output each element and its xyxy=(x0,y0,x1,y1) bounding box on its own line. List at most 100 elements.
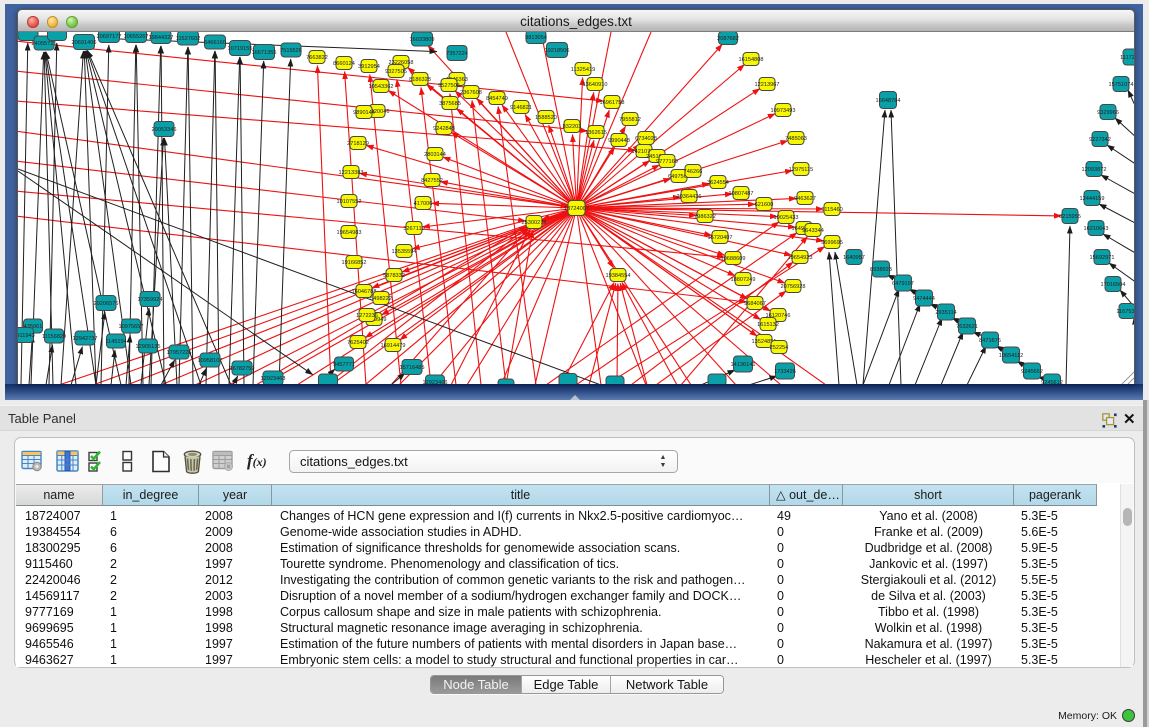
svg-text:1167534: 1167534 xyxy=(1116,309,1134,315)
svg-text:746266: 746266 xyxy=(684,169,703,175)
svg-text:12905135: 12905135 xyxy=(136,344,161,350)
svg-text:8186328: 8186328 xyxy=(409,77,431,83)
svg-text:1615132: 1615132 xyxy=(757,322,779,328)
svg-text:17957225: 17957225 xyxy=(167,350,192,356)
svg-text:12975115: 12975115 xyxy=(789,167,813,173)
svg-text:7986322: 7986322 xyxy=(694,214,716,220)
svg-text:16648784: 16648784 xyxy=(876,98,901,104)
svg-text:10655267: 10655267 xyxy=(124,34,149,40)
svg-text:10025433: 10025433 xyxy=(774,215,799,221)
svg-text:15716485: 15716485 xyxy=(400,365,425,371)
svg-text:10973493: 10973493 xyxy=(771,108,796,114)
svg-text:10688609: 10688609 xyxy=(721,256,746,262)
svg-text:10807487: 10807487 xyxy=(729,191,754,197)
svg-text:2367608: 2367608 xyxy=(460,90,482,96)
svg-text:15751074: 15751074 xyxy=(1109,82,1134,88)
svg-text:20697177: 20697177 xyxy=(97,34,122,40)
svg-text:10975657: 10975657 xyxy=(119,324,144,330)
svg-text:3912954: 3912954 xyxy=(358,64,380,70)
svg-text:11325419: 11325419 xyxy=(571,67,595,73)
svg-text:18724007: 18724007 xyxy=(564,206,589,212)
svg-text:17016504: 17016504 xyxy=(1101,282,1126,288)
svg-text:9457771: 9457771 xyxy=(333,362,355,368)
svg-text:7625402: 7625402 xyxy=(347,340,369,346)
svg-text:12213967: 12213967 xyxy=(755,82,780,88)
svg-text:6466160: 6466160 xyxy=(204,40,226,46)
svg-text:16961758: 16961758 xyxy=(600,100,625,106)
svg-text:7663822: 7663822 xyxy=(306,55,328,61)
svg-text:10654112: 10654112 xyxy=(999,353,1023,359)
svg-text:9527505: 9527505 xyxy=(438,83,460,89)
svg-text:1362615: 1362615 xyxy=(585,130,607,136)
svg-text:20206576: 20206576 xyxy=(94,301,119,307)
svg-text:16210643: 16210643 xyxy=(1084,226,1109,232)
svg-text:3875685: 3875685 xyxy=(439,101,461,107)
svg-text:19654983: 19654983 xyxy=(337,230,362,236)
svg-text:10543362: 10543362 xyxy=(369,84,394,90)
svg-text:8454749: 8454749 xyxy=(486,96,508,102)
svg-text:9245652: 9245652 xyxy=(1021,369,1043,375)
svg-text:9227342: 9227342 xyxy=(1089,137,1111,143)
svg-text:15692971: 15692971 xyxy=(1090,255,1115,261)
svg-text:16914479: 16914479 xyxy=(381,343,406,349)
svg-text:9146821: 9146821 xyxy=(510,105,532,111)
svg-text:2087682: 2087682 xyxy=(717,36,739,42)
svg-text:2935114: 2935114 xyxy=(935,310,956,316)
svg-text:8813054: 8813054 xyxy=(525,35,547,41)
svg-text:417006: 417006 xyxy=(414,201,433,207)
svg-text:252254: 252254 xyxy=(770,345,789,351)
svg-text:832203: 832203 xyxy=(563,124,582,130)
svg-text:19166852: 19166852 xyxy=(342,260,367,266)
svg-text:1588520: 1588520 xyxy=(535,115,557,121)
svg-text:5498222: 5498222 xyxy=(370,296,392,302)
svg-text:8427552: 8427552 xyxy=(421,178,443,184)
svg-text:19844327: 19844327 xyxy=(149,35,174,41)
svg-text:7357224: 7357224 xyxy=(446,51,468,57)
svg-text:9990448: 9990448 xyxy=(608,138,630,144)
svg-text:8938923: 8938923 xyxy=(870,267,892,273)
svg-text:9684067: 9684067 xyxy=(744,301,766,307)
svg-text:16154808: 16154808 xyxy=(739,57,764,63)
svg-text:9115460: 9115460 xyxy=(821,207,842,213)
svg-text:7515526: 7515526 xyxy=(280,48,302,54)
svg-text:12093872: 12093872 xyxy=(1082,167,1107,173)
svg-text:9327505: 9327505 xyxy=(385,69,407,75)
svg-text:11156829: 11156829 xyxy=(42,334,66,340)
svg-text:6479197: 6479197 xyxy=(892,281,914,287)
svg-text:13535594: 13535594 xyxy=(392,249,417,255)
svg-text:5878332: 5878332 xyxy=(383,273,405,279)
svg-text:20053346: 20053346 xyxy=(152,127,177,133)
svg-text:1145194: 1145194 xyxy=(105,339,126,345)
svg-text:9643344: 9643344 xyxy=(802,228,824,234)
svg-text:8471676: 8471676 xyxy=(979,338,1001,344)
svg-text:16782759: 16782759 xyxy=(230,366,255,372)
svg-text:3267110: 3267110 xyxy=(403,226,424,232)
svg-text:13640910: 13640910 xyxy=(583,82,608,88)
svg-text:9329966: 9329966 xyxy=(1097,110,1119,116)
svg-text:11172411: 11172411 xyxy=(1120,55,1134,61)
svg-text:10107552: 10107552 xyxy=(337,199,362,205)
svg-text:20691406: 20691406 xyxy=(72,40,97,46)
svg-text:20364436: 20364436 xyxy=(677,194,702,200)
svg-text:19384554: 19384554 xyxy=(606,273,631,279)
svg-text:19654923: 19654923 xyxy=(788,255,813,261)
svg-text:7485063: 7485063 xyxy=(785,136,807,142)
svg-text:8660124: 8660124 xyxy=(333,61,355,67)
svg-text:17359924: 17359924 xyxy=(138,297,163,303)
svg-text:10958107: 10958107 xyxy=(198,358,223,364)
svg-text:25300275: 25300275 xyxy=(522,220,547,226)
svg-text:20756928: 20756928 xyxy=(781,284,806,290)
svg-text:7632621: 7632621 xyxy=(956,324,978,330)
svg-text:1640957: 1640957 xyxy=(843,255,865,261)
svg-text:9699695: 9699695 xyxy=(821,240,843,246)
svg-text:18807249: 18807249 xyxy=(731,277,756,283)
svg-text:12942737: 12942737 xyxy=(73,336,98,342)
svg-text:16671355: 16671355 xyxy=(252,50,277,56)
svg-text:19218506: 19218506 xyxy=(545,48,570,54)
svg-text:12923468: 12923468 xyxy=(261,376,286,382)
svg-text:9777169: 9777169 xyxy=(656,159,678,165)
svg-text:1272236: 1272236 xyxy=(356,313,378,319)
svg-text:24055721: 24055721 xyxy=(32,41,57,47)
svg-text:1733426: 1733426 xyxy=(774,369,796,375)
svg-text:2803144: 2803144 xyxy=(424,152,446,158)
